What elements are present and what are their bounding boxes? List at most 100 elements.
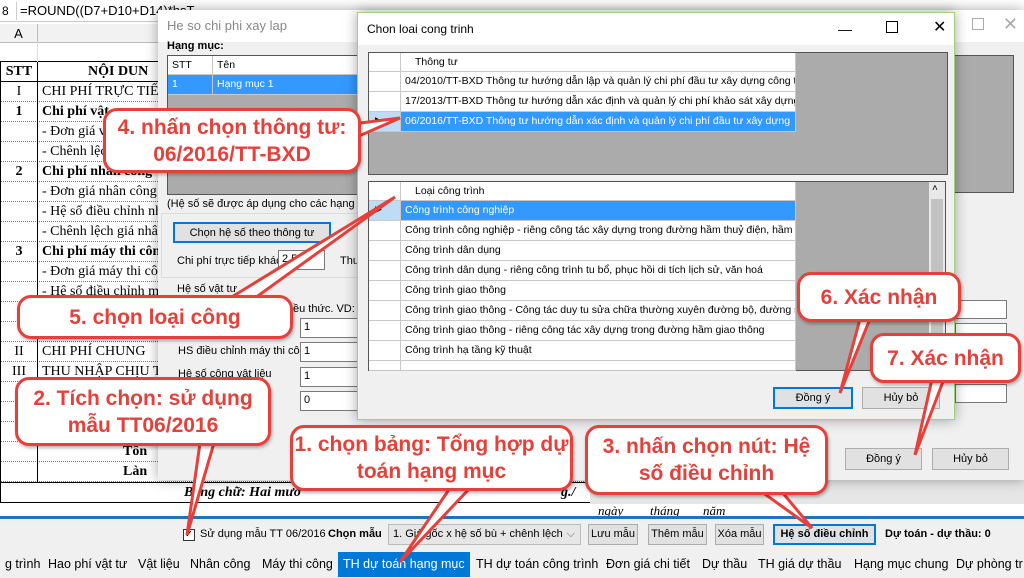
sheet-tab[interactable]: g trình xyxy=(0,552,45,577)
cell-stt[interactable]: I xyxy=(0,82,38,102)
thongtu-grid[interactable]: Thông tư 04/2010/TT-BXD Thông tư hướng dẫ… xyxy=(368,52,948,175)
loai-row[interactable]: Công trình giao thông xyxy=(401,281,796,301)
callout-step-6: 6. Xác nhận xyxy=(797,272,961,322)
scroll-up-icon[interactable]: ˄ xyxy=(932,183,938,194)
cell-stt[interactable] xyxy=(0,462,38,482)
save-template-button[interactable]: Lưu mẫu xyxy=(588,524,638,545)
thongtu-row[interactable]: 06/2016/TT-BXD Thông tư hướng dẫn xác đị… xyxy=(401,112,796,132)
row-header[interactable] xyxy=(369,241,401,261)
sheet-tab[interactable]: Dự thầu xyxy=(697,552,752,577)
row-header[interactable] xyxy=(369,361,401,371)
loai-row[interactable]: Công trình dân dụng xyxy=(401,241,796,261)
loai-row[interactable]: Công trình công nghiệp - riêng công tác … xyxy=(401,221,796,241)
row-header[interactable] xyxy=(369,281,401,301)
column-header-a[interactable]: A xyxy=(0,24,38,43)
sheet-tab[interactable]: Nhân công xyxy=(185,552,255,577)
cell-stt[interactable]: II xyxy=(0,342,38,362)
words-label: Bằng chữ: Hai mươ xyxy=(184,485,302,500)
heso-ok-button[interactable]: Đồng ý xyxy=(845,448,922,470)
right-input-3[interactable] xyxy=(955,384,1007,403)
field4-input[interactable]: 0 xyxy=(300,391,360,411)
loai-cancel-button[interactable]: Hủy bỏ xyxy=(862,387,940,409)
sheet-tab[interactable]: TH dự toán công trình xyxy=(471,552,603,577)
use-template-checkbox[interactable]: ✓ xyxy=(183,529,195,541)
right-grid xyxy=(954,55,1014,193)
vattu-group-label: Hệ số vật tư xyxy=(177,283,237,295)
thongtu-row[interactable]: 04/2010/TT-BXD Thông tư hướng dẫn lập và… xyxy=(401,72,796,92)
sheet-tab[interactable]: Hao phí vật tư xyxy=(43,552,132,577)
cell-stt[interactable]: STT xyxy=(0,62,38,82)
cell-stt[interactable] xyxy=(0,122,38,142)
hang-muc-label: Hạng mục: xyxy=(167,40,224,52)
template-select[interactable]: 1. Giá gốc x hệ số bù + chênh lệch ⌵ xyxy=(388,524,581,545)
add-template-button[interactable]: Thêm mẫu xyxy=(648,524,707,545)
row-header[interactable] xyxy=(369,341,401,361)
hs-cong-input[interactable]: 1 xyxy=(300,367,360,387)
ctk-label: Chi phí trực tiếp khác xyxy=(177,255,282,267)
sheet-tab[interactable]: TH dự toán hạng mục xyxy=(338,552,470,577)
cell-stt[interactable] xyxy=(0,182,38,202)
hs-may-label: HS điều chỉnh máy thi công xyxy=(178,345,312,357)
loai-row[interactable]: Công trình hạ tầng kỹ thuật xyxy=(401,341,796,361)
loai-row[interactable]: Công trình giao thông - riêng công tác x… xyxy=(401,321,796,341)
loai-row-partial[interactable] xyxy=(401,361,796,371)
row-header[interactable]: ▶ xyxy=(369,112,401,132)
callout-step-5: 5. chọn loại công xyxy=(17,295,293,339)
row-header[interactable] xyxy=(369,321,401,341)
row-pointer-icon: ▶ xyxy=(375,115,382,125)
sheet-tab[interactable]: TH giá dự thầu xyxy=(753,552,846,577)
sheet-tab[interactable]: Dự phòng tr xyxy=(951,552,1024,577)
minimize-icon[interactable]: — xyxy=(838,21,852,37)
cell-stt[interactable]: 2 xyxy=(0,162,38,182)
row-header xyxy=(369,53,401,72)
thongtu-header: Thông tư xyxy=(401,53,796,72)
row-header[interactable] xyxy=(369,72,401,92)
maximize-icon[interactable] xyxy=(886,21,898,33)
callout-step-7: 7. Xác nhận xyxy=(870,333,1021,383)
sheet-tab[interactable]: Hạng mục chung xyxy=(849,552,954,577)
thongtu-row[interactable]: 17/2013/TT-BXD Thông tư hướng dẫn xác đị… xyxy=(401,92,796,112)
loai-row[interactable]: Công trình dân dụng - riêng công trình t… xyxy=(401,261,796,281)
sheet-tabs: g trình Hao phí vật tư Vật liệu Nhân công Má… xyxy=(0,550,1024,578)
cell-stt[interactable] xyxy=(0,222,38,242)
loai-header: Loại công trình xyxy=(401,182,796,201)
callout-step-4: 4. nhấn chọn thông tư: 06/2016/TT-BXD xyxy=(103,108,361,173)
close-icon[interactable]: ✕ xyxy=(933,17,946,37)
sheet-tab[interactable]: Máy thi công xyxy=(257,552,338,577)
row-header[interactable] xyxy=(369,92,401,112)
hs-may-input[interactable]: 1 xyxy=(300,342,360,362)
ctk-input[interactable]: 2,5% xyxy=(278,250,325,270)
heso-cancel-button[interactable]: Hủy bỏ xyxy=(932,448,1009,470)
cell-stt[interactable]: 3 xyxy=(0,242,38,262)
row-header[interactable]: ▶ xyxy=(369,201,401,221)
callout-step-1: 1. chọn bảng: Tổng hợp dự toán hạng mục xyxy=(290,425,573,491)
row-pointer-icon: ▶ xyxy=(375,204,382,214)
sheet-tab[interactable]: Vật liệu xyxy=(133,552,185,577)
field1-input[interactable]: 1 xyxy=(300,318,360,338)
row-header[interactable] xyxy=(369,221,401,241)
row-header[interactable] xyxy=(369,261,401,281)
cell-stt[interactable] xyxy=(0,142,38,162)
grid-cell-stt[interactable]: 1 xyxy=(168,75,213,95)
maximize-icon[interactable] xyxy=(972,18,984,30)
cell-stt[interactable] xyxy=(0,202,38,222)
cell-stt[interactable] xyxy=(0,262,38,282)
choose-template-label: Chọn mẫu xyxy=(328,528,382,540)
cell-stt[interactable]: 1 xyxy=(0,102,38,122)
close-icon[interactable]: ✕ xyxy=(1003,14,1018,35)
cell-stt[interactable] xyxy=(0,42,38,62)
row-header[interactable] xyxy=(369,301,401,321)
delete-template-button[interactable]: Xóa mẫu xyxy=(715,524,764,545)
loai-ok-button[interactable]: Đồng ý xyxy=(773,387,853,409)
sheet-tab[interactable]: Đơn giá chi tiết xyxy=(601,552,695,577)
loai-row[interactable]: Công trình công nghiệp xyxy=(401,201,796,221)
callout-step-2: 2. Tích chọn: sử dụng mẫu TT06/2016 xyxy=(15,377,271,446)
grid-cell-ten[interactable]: Hạng mục 1 xyxy=(213,75,378,95)
chevron-down-icon: ⌵ xyxy=(566,528,575,540)
right-input-1[interactable] xyxy=(955,300,1007,319)
choose-by-circular-button[interactable]: Chọn hệ số theo thông tư xyxy=(173,222,331,243)
loai-row[interactable]: Công trình giao thông - Công tác duy tu … xyxy=(401,301,796,321)
adjust-coefficient-button[interactable]: Hệ số điều chỉnh xyxy=(773,524,876,545)
grid-header-ten: Tên xyxy=(213,56,378,75)
callout-step-3: 3. nhấn chọn nút: Hệ số điều chỉnh xyxy=(585,425,828,495)
